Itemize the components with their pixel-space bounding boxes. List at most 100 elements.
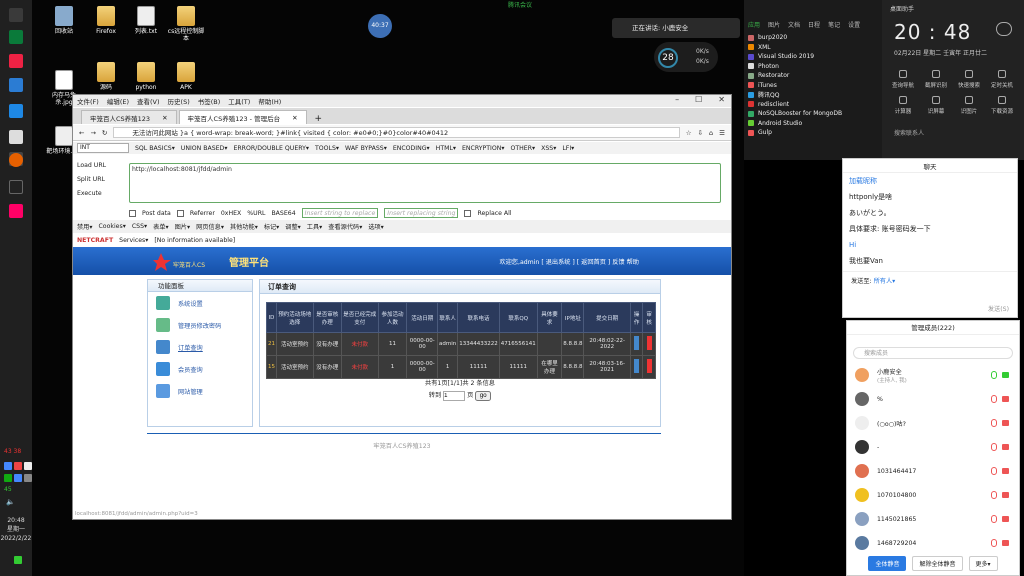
more-button[interactable]: 更多▾ bbox=[968, 556, 998, 571]
member-row[interactable]: 1070104800 bbox=[847, 483, 1019, 507]
terminal-icon[interactable] bbox=[9, 180, 23, 194]
desktop-icon-firefox[interactable]: Firefox bbox=[86, 6, 126, 35]
camera-off-icon[interactable] bbox=[1002, 396, 1009, 402]
base64-button[interactable]: BASE64 bbox=[271, 210, 295, 217]
quick-action[interactable]: 定时关机 bbox=[987, 70, 1017, 89]
mic-muted-icon[interactable] bbox=[991, 491, 997, 499]
volume-icon[interactable]: 🔈 bbox=[6, 498, 15, 506]
sidebar-item-members[interactable]: 会员查询 bbox=[148, 358, 252, 380]
hb-error[interactable]: ERROR/DOUBLE QUERY▾ bbox=[233, 145, 309, 152]
wd-forms[interactable]: 表单▾ bbox=[153, 222, 168, 231]
hb-html[interactable]: HTML▾ bbox=[436, 145, 456, 152]
member-row[interactable]: 小鹿安全 (主持人, 我) bbox=[847, 363, 1019, 387]
launcher-app[interactable]: Restorator bbox=[744, 71, 882, 81]
hb-xss[interactable]: XSS▾ bbox=[541, 145, 556, 152]
desktop-icon-cs[interactable]: cs远程控制脚本 bbox=[166, 6, 206, 42]
launcher-tab[interactable]: 笔记 bbox=[828, 20, 840, 29]
minimize-icon[interactable]: – bbox=[675, 95, 679, 104]
meeting-timer-bubble[interactable]: 40:37 bbox=[368, 14, 392, 38]
close-icon[interactable]: ✕ bbox=[718, 95, 725, 104]
tab-2[interactable]: 牢笼百人CS养殖123 - 管理后台 ✕ bbox=[178, 110, 307, 124]
netcraft-logo[interactable]: NETCRAFT bbox=[77, 237, 113, 244]
header-links[interactable]: 欢迎您,admin [ 退出系统 ] [ 返回首页 ] 反馈 帮助 bbox=[499, 257, 639, 266]
hb-lfi[interactable]: LFI▾ bbox=[562, 145, 574, 152]
quick-action[interactable]: 识图片 bbox=[954, 96, 984, 115]
hb-waf[interactable]: WAF BYPASS▾ bbox=[345, 145, 387, 152]
member-row[interactable]: 1468729204 bbox=[847, 531, 1019, 555]
launcher-app[interactable]: iTunes bbox=[744, 81, 882, 91]
sidebar-item-settings[interactable]: 系统设置 bbox=[148, 292, 252, 314]
wd-options[interactable]: 选项▾ bbox=[368, 222, 383, 231]
menu-edit[interactable]: 编辑(E) bbox=[107, 96, 129, 106]
desktop-icon-recycle[interactable]: 回收站 bbox=[44, 6, 84, 35]
send-button[interactable]: 发送(S) bbox=[988, 304, 1009, 313]
menu-file[interactable]: 文件(F) bbox=[77, 96, 99, 106]
mic-muted-icon[interactable] bbox=[991, 419, 997, 427]
wd-view-source[interactable]: 查看源代码▾ bbox=[328, 222, 362, 231]
url-encode-button[interactable]: %URL bbox=[247, 210, 265, 217]
launcher-app[interactable]: Gulp bbox=[744, 128, 882, 138]
menu-icon[interactable]: ☰ bbox=[719, 129, 725, 137]
launcher-app[interactable]: Android Studio bbox=[744, 119, 882, 129]
meeting-indicator[interactable]: 腾讯会议 bbox=[480, 0, 560, 10]
wd-outline[interactable]: 标记▾ bbox=[264, 222, 279, 231]
replace-all-checkbox[interactable] bbox=[464, 209, 472, 217]
member-row[interactable]: - bbox=[847, 435, 1019, 459]
hb-union[interactable]: UNION BASED▾ bbox=[181, 145, 228, 152]
contact-search[interactable]: 搜索联系人 bbox=[894, 128, 924, 137]
mute-all-button[interactable]: 全体静音 bbox=[868, 556, 907, 571]
member-row[interactable]: % bbox=[847, 387, 1019, 411]
table-cell[interactable] bbox=[642, 355, 656, 379]
tray-icon[interactable] bbox=[14, 474, 22, 482]
wd-info[interactable]: 网页信息▾ bbox=[196, 222, 224, 231]
chat-input-area[interactable]: 发送至: 所有人▾ 发送(S) bbox=[843, 271, 1017, 319]
quick-action[interactable]: 截屏识别 bbox=[921, 70, 951, 89]
edit-icon[interactable] bbox=[634, 336, 640, 350]
office-icon[interactable] bbox=[9, 204, 23, 218]
menu-view[interactable]: 查看(V) bbox=[137, 96, 160, 106]
launcher-app[interactable]: Photon bbox=[744, 62, 882, 72]
tray-icon[interactable] bbox=[14, 462, 22, 470]
desktop-icon-python[interactable]: python bbox=[126, 62, 166, 91]
recipient-select[interactable]: 所有人▾ bbox=[874, 278, 896, 285]
tab-1[interactable]: 牢笼百人CS养殖123 ✕ bbox=[81, 110, 177, 124]
wd-misc[interactable]: 其他功能▾ bbox=[230, 222, 258, 231]
launcher-app[interactable]: Visual Studio 2019 bbox=[744, 52, 882, 62]
execute-button[interactable]: Execute bbox=[77, 187, 125, 201]
tray-icon[interactable] bbox=[4, 462, 12, 470]
hackbar-select[interactable]: INT bbox=[77, 143, 129, 153]
camera-off-icon[interactable] bbox=[1002, 372, 1009, 378]
sidebar-item-password[interactable]: 管理员修改密码 bbox=[148, 314, 252, 336]
menu-tools[interactable]: 工具(T) bbox=[228, 96, 250, 106]
launcher-app[interactable]: burp2020 bbox=[744, 33, 882, 43]
go-button[interactable]: go bbox=[475, 391, 492, 401]
sidebar-item-orders[interactable]: 订单查询 bbox=[148, 336, 252, 358]
camera-off-icon[interactable] bbox=[1002, 468, 1009, 474]
launcher-app[interactable]: 腾讯QQ bbox=[744, 90, 882, 100]
approve-icon[interactable] bbox=[646, 359, 652, 373]
quick-action[interactable]: 下载资源 bbox=[987, 96, 1017, 115]
member-search-input[interactable]: 搜索成员 bbox=[853, 347, 1013, 359]
firefox-icon[interactable] bbox=[9, 153, 23, 167]
referrer-checkbox[interactable] bbox=[176, 209, 184, 217]
menu-history[interactable]: 历史(S) bbox=[168, 96, 190, 106]
member-row[interactable]: 1145021865 bbox=[847, 507, 1019, 531]
wd-disable[interactable]: 禁用▾ bbox=[77, 222, 92, 231]
hb-encryption[interactable]: ENCRYPTION▾ bbox=[462, 145, 504, 152]
hackbar-url-field[interactable]: http://localhost:8081/jfdd/admin bbox=[129, 163, 721, 203]
desktop-icon-apk[interactable]: APK bbox=[166, 62, 206, 91]
quick-action[interactable]: 计算器 bbox=[888, 96, 918, 115]
camera-off-icon[interactable] bbox=[1002, 540, 1009, 546]
download-icon[interactable]: ⇩ bbox=[698, 129, 703, 137]
maximize-icon[interactable]: ☐ bbox=[695, 95, 702, 104]
wd-resize[interactable]: 调整▾ bbox=[285, 222, 300, 231]
quick-action[interactable]: 查询导航 bbox=[888, 70, 918, 89]
sidebar-item-site[interactable]: 网站管理 bbox=[148, 380, 252, 402]
table-cell[interactable] bbox=[629, 355, 644, 379]
wd-images[interactable]: 图片▾ bbox=[175, 222, 190, 231]
page-number-input[interactable] bbox=[443, 391, 466, 401]
launcher-tab[interactable]: 文档 bbox=[788, 20, 800, 29]
hex-button[interactable]: 0xHEX bbox=[221, 210, 241, 217]
start-icon[interactable] bbox=[9, 8, 23, 22]
wd-css[interactable]: CSS▾ bbox=[132, 223, 147, 230]
